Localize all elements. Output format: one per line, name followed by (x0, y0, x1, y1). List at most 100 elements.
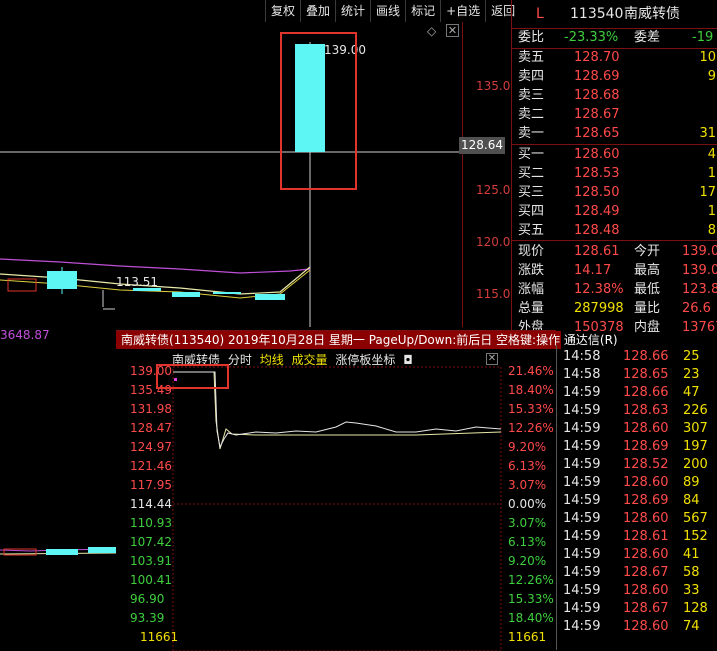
bid-label: 买一 (518, 147, 545, 162)
kline-chart[interactable]: 113.51 139.00 ◇ ✕ (0, 22, 463, 327)
stock-name: 南威转债 (624, 6, 680, 22)
bid-label: 买二 (518, 166, 545, 181)
bid-row[interactable]: 买三 128.50 17 (518, 183, 717, 203)
weicha-label: 委差 (634, 30, 661, 45)
toolbar-button-fuquan[interactable]: 复权 (265, 0, 300, 22)
ask-row[interactable]: 卖三 128.68 (518, 86, 717, 106)
toolbar-button-tongji[interactable]: 统计 (335, 0, 370, 22)
tick-price: 128.60 (623, 421, 669, 436)
bid-volume: 17 (699, 185, 716, 200)
stat-label: 最低 (634, 282, 661, 297)
ask-row[interactable]: 卖二 128.67 (518, 105, 717, 125)
bid-row[interactable]: 买一 128.60 4 (518, 145, 717, 165)
tick-time: 14:59 (563, 385, 601, 400)
tick-price: 128.60 (623, 475, 669, 490)
tick-price: 128.60 (623, 619, 669, 634)
stat-value: 128.61 (574, 244, 620, 259)
stat-value: 14.17 (574, 263, 612, 278)
ask-price: 128.69 (574, 69, 620, 84)
tick-price: 128.60 (623, 583, 669, 598)
bid-label: 买五 (518, 223, 545, 238)
stat-row: 总量 287998 量比 26.6 (518, 299, 717, 319)
weibi-label: 委比 (518, 30, 545, 45)
bid-price: 128.48 (574, 223, 620, 238)
current-price-tag: 128.64 (459, 137, 505, 154)
bid-volume: 1 (707, 204, 716, 219)
ask-price: 128.67 (574, 107, 620, 122)
toolbar-button-biaoji[interactable]: 标记 (405, 0, 440, 22)
stat-label: 最高 (634, 263, 661, 278)
tick-time: 14:58 (563, 367, 601, 382)
tick-price: 128.67 (623, 601, 669, 616)
highlight-box-candle (280, 32, 357, 190)
close-icon[interactable]: ✕ (446, 24, 459, 37)
ask-label: 卖二 (518, 107, 545, 122)
highlight-box-open (156, 364, 229, 389)
axis-label: 135.0 (476, 79, 511, 93)
tick-time: 14:59 (563, 457, 601, 472)
stat-label: 量比 (634, 301, 661, 316)
weicha-value: -19 (692, 30, 714, 45)
tick-volume: 58 (683, 565, 700, 580)
stat-label: 内盘 (634, 320, 661, 335)
tick-volume: 47 (683, 385, 700, 400)
tick-time: 14:59 (563, 619, 601, 634)
stat-value: 26.6 (682, 301, 711, 316)
tick-volume: 200 (683, 457, 708, 472)
tick-volume: 197 (683, 439, 708, 454)
tick-time: 14:59 (563, 583, 601, 598)
ask-volume: 10 (699, 50, 716, 65)
toolbar-button-diejia[interactable]: 叠加 (300, 0, 335, 22)
tick-time: 14:59 (563, 511, 601, 526)
bid-row[interactable]: 买二 128.53 1 (518, 164, 717, 184)
intraday-panel: 南威转债(113540) 2019年10月28日 星期一 PageUp/Down… (116, 330, 618, 651)
stock-code: 113540 (570, 6, 624, 22)
bid-label: 买四 (518, 204, 545, 219)
stat-row: 现价 128.61 今开 139.0 (518, 242, 717, 262)
tick-volume: 89 (683, 475, 700, 490)
tick-list: 14:58 128.66 25 14:58 128.65 23 14:59 12… (556, 345, 717, 650)
tick-volume: 226 (683, 403, 708, 418)
tick-volume: 33 (683, 583, 700, 598)
diamond-icon[interactable]: ◇ (427, 24, 436, 38)
low-price-label: 113.51 (116, 275, 158, 289)
stat-label: 今开 (634, 244, 661, 259)
tick-volume: 84 (683, 493, 700, 508)
tick-volume: 23 (683, 367, 700, 382)
tick-price: 128.60 (623, 547, 669, 562)
axis-label: 125.0 (476, 183, 511, 197)
ask-label: 卖四 (518, 69, 545, 84)
stat-value: 139.0 (682, 263, 717, 278)
tick-volume: 152 (683, 529, 708, 544)
tick-time: 14:59 (563, 475, 601, 490)
tick-price: 128.66 (623, 349, 669, 364)
tick-volume: 25 (683, 349, 700, 364)
ask-row[interactable]: 卖一 128.65 31 (518, 124, 717, 144)
toolbar-button-add-favorite[interactable]: +自选 (440, 0, 485, 22)
ask-row[interactable]: 卖四 128.69 9 (518, 67, 717, 87)
bid-row[interactable]: 买五 128.48 8 (518, 221, 717, 241)
bid-price: 128.49 (574, 204, 620, 219)
tick-time: 14:59 (563, 439, 601, 454)
tick-volume: 41 (683, 547, 700, 562)
weibi-value: -23.33% (564, 30, 619, 45)
tick-price: 128.65 (623, 367, 669, 382)
index-chart[interactable]: 3648.87 (0, 328, 116, 650)
stat-value: 287998 (574, 301, 624, 316)
tick-volume: 567 (683, 511, 708, 526)
ask-price: 128.68 (574, 88, 620, 103)
tick-price: 128.67 (623, 565, 669, 580)
tick-volume: 128 (683, 601, 708, 616)
tick-price: 128.63 (623, 403, 669, 418)
ask-row[interactable]: 卖五 128.70 10 (518, 48, 717, 68)
bid-row[interactable]: 买四 128.49 1 (518, 202, 717, 222)
tick-time: 14:58 (563, 349, 601, 364)
toolbar-button-huaxian[interactable]: 画线 (370, 0, 405, 22)
stat-row: 涨跌 14.17 最高 139.0 (518, 261, 717, 281)
tick-time: 14:59 (563, 547, 601, 562)
bid-price: 128.53 (574, 166, 620, 181)
ask-price: 128.70 (574, 50, 620, 65)
stat-row: 涨幅 12.38% 最低 123.8 (518, 280, 717, 300)
tick-time: 14:59 (563, 601, 601, 616)
stat-value: 13767 (682, 320, 717, 335)
